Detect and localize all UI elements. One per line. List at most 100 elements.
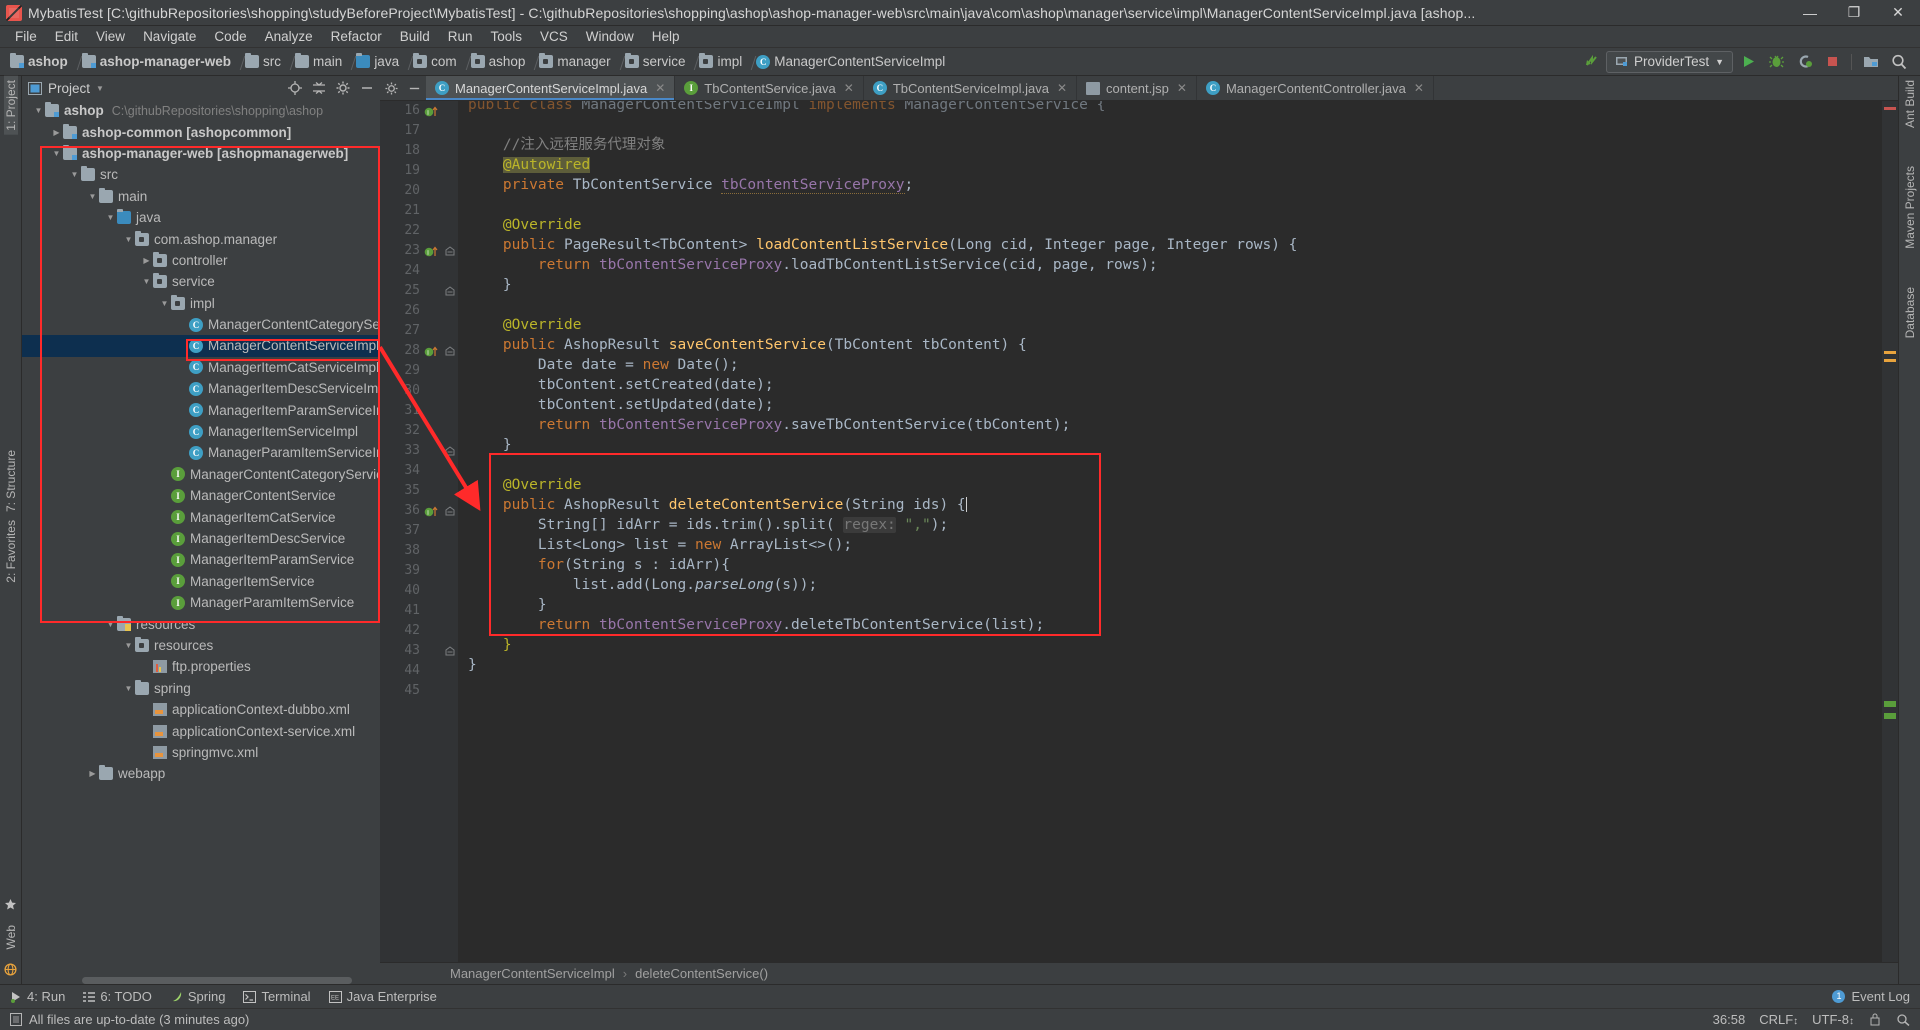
tree-node[interactable]: ftp.properties	[22, 656, 380, 677]
project-structure-button[interactable]	[1858, 50, 1884, 74]
gutter-line[interactable]: 19	[380, 161, 458, 181]
editor-tab-managercontentcontroller-java[interactable]: C ManagerContentController.java ✕	[1197, 76, 1434, 100]
gutter-line[interactable]: 17	[380, 121, 458, 141]
gear-icon[interactable]	[336, 81, 350, 95]
line-separator[interactable]: CRLF↕	[1759, 1012, 1798, 1027]
event-log-label[interactable]: Event Log	[1851, 989, 1910, 1004]
code-line[interactable]: return tbContentServiceProxy.deleteTbCon…	[468, 615, 1882, 635]
code-line[interactable]: private TbContentService tbContentServic…	[468, 175, 1882, 195]
close-icon[interactable]: ✕	[655, 81, 665, 95]
breadcrumb-method[interactable]: deleteContentService()	[635, 966, 768, 981]
tool-button-terminal[interactable]: Terminal	[243, 989, 311, 1004]
breadcrumb-class[interactable]: ManagerContentServiceImpl	[450, 966, 615, 981]
menu-vcs[interactable]: VCS	[531, 27, 577, 46]
tool-button-spring[interactable]: Spring	[170, 989, 225, 1004]
memory-icon[interactable]	[10, 1013, 22, 1026]
file-encoding[interactable]: UTF-8↕	[1812, 1012, 1854, 1027]
tree-node[interactable]: webapp	[22, 763, 380, 784]
nav-crumb-com[interactable]: com	[411, 53, 461, 70]
tree-toggle-icon[interactable]	[86, 769, 99, 778]
tree-node[interactable]: resources	[22, 613, 380, 634]
gutter-line[interactable]: 35	[380, 481, 458, 501]
code-fold-icon[interactable]	[445, 346, 455, 356]
gear-icon[interactable]	[385, 81, 398, 95]
code-line[interactable]: }	[468, 595, 1882, 615]
globe-icon[interactable]	[4, 963, 17, 976]
gutter-line[interactable]: 38	[380, 541, 458, 561]
code-line[interactable]	[468, 115, 1882, 135]
code-line[interactable]	[468, 195, 1882, 215]
menu-navigate[interactable]: Navigate	[134, 27, 205, 46]
nav-crumb-ashop[interactable]: ashop	[469, 53, 530, 70]
nav-crumb-service[interactable]: service	[623, 53, 690, 70]
gutter-line[interactable]: 16 I	[380, 101, 458, 121]
editor-tab-tbcontentserviceimpl-java[interactable]: C TbContentServiceImpl.java ✕	[864, 76, 1077, 100]
code-line[interactable]: }	[468, 435, 1882, 455]
tool-button-run[interactable]: 4: Run	[10, 989, 65, 1004]
search-everywhere-icon[interactable]	[1886, 50, 1912, 74]
tree-node[interactable]: I ManagerContentCategoryService	[22, 464, 380, 485]
error-marker[interactable]	[1884, 107, 1896, 110]
gutter-line[interactable]: 33	[380, 441, 458, 461]
warning-marker[interactable]	[1884, 359, 1896, 362]
gutter-line[interactable]: 25	[380, 281, 458, 301]
gutter-line[interactable]: 20	[380, 181, 458, 201]
gutter-line[interactable]: 29	[380, 361, 458, 381]
nav-crumb-main[interactable]: main	[293, 53, 346, 70]
star-icon[interactable]	[4, 898, 17, 911]
override-impl-icon[interactable]: I	[424, 504, 438, 518]
code-line[interactable]: String[] idArr = ids.trim().split( regex…	[468, 515, 1882, 535]
tree-toggle-icon[interactable]	[32, 106, 45, 115]
code-fold-icon[interactable]	[445, 246, 455, 256]
tree-node[interactable]: I ManagerItemService	[22, 571, 380, 592]
ok-marker[interactable]	[1884, 701, 1896, 707]
tree-node[interactable]: C ManagerItemParamServiceImpl	[22, 399, 380, 420]
code-line[interactable]: return tbContentServiceProxy.loadTbConte…	[468, 255, 1882, 275]
code-line[interactable]: @Autowired	[468, 155, 1882, 175]
tool-button-favorites[interactable]: 2: Favorites	[4, 516, 18, 587]
gutter-line[interactable]: 31	[380, 401, 458, 421]
menu-edit[interactable]: Edit	[46, 27, 87, 46]
gutter-line[interactable]: 18	[380, 141, 458, 161]
caret-position[interactable]: 36:58	[1713, 1012, 1746, 1027]
gutter-line[interactable]: 40	[380, 581, 458, 601]
tree-node[interactable]: I ManagerContentService	[22, 485, 380, 506]
gutter-line[interactable]: 45	[380, 681, 458, 701]
gutter-line[interactable]: 23 I	[380, 241, 458, 261]
nav-crumb-managercontentserviceimpl[interactable]: C ManagerContentServiceImpl	[754, 53, 949, 70]
tree-node[interactable]: I ManagerItemParamService	[22, 549, 380, 570]
warning-marker[interactable]	[1884, 351, 1896, 354]
tree-node[interactable]: ashop-common [ashopcommon]	[22, 121, 380, 142]
gutter-line[interactable]: 36 I	[380, 501, 458, 521]
code-fold-icon[interactable]	[445, 286, 455, 296]
tree-node[interactable]: C ManagerParamItemServiceImpl	[22, 442, 380, 463]
tool-button-project[interactable]: 1: Project	[3, 76, 18, 135]
gutter-line[interactable]: 37	[380, 521, 458, 541]
tree-node[interactable]: java	[22, 207, 380, 228]
code-line[interactable]	[468, 675, 1882, 695]
lock-icon[interactable]	[1868, 1013, 1882, 1026]
gutter-line[interactable]: 21	[380, 201, 458, 221]
tree-toggle-icon[interactable]	[86, 192, 99, 201]
tool-button-structure[interactable]: 7: Structure	[4, 446, 18, 516]
code-line[interactable]: for(String s : idArr){	[468, 555, 1882, 575]
tool-button-java-enterprise[interactable]: EE Java Enterprise	[328, 989, 437, 1004]
tree-node[interactable]: service	[22, 271, 380, 292]
debug-button[interactable]	[1763, 50, 1789, 74]
menu-refactor[interactable]: Refactor	[322, 27, 391, 46]
tree-node[interactable]: resources	[22, 635, 380, 656]
menu-view[interactable]: View	[87, 27, 134, 46]
close-icon[interactable]: ✕	[1057, 81, 1067, 95]
tree-node[interactable]: springmvc.xml	[22, 742, 380, 763]
tree-node[interactable]: C ManagerItemServiceImpl	[22, 421, 380, 442]
tree-node[interactable]: spring	[22, 678, 380, 699]
editor-tab-content-jsp[interactable]: content.jsp ✕	[1077, 76, 1197, 100]
tree-node[interactable]: impl	[22, 293, 380, 314]
class-icon[interactable]: I	[424, 104, 438, 118]
coverage-button[interactable]	[1791, 50, 1817, 74]
tree-toggle-icon[interactable]	[122, 684, 135, 693]
code-text[interactable]: public class ManagerContentServiceImpl i…	[458, 101, 1882, 962]
override-impl-icon[interactable]: I	[424, 244, 438, 258]
gutter-line[interactable]: 26	[380, 301, 458, 321]
nav-crumb-ashop-manager-web[interactable]: ashop-manager-web	[80, 53, 235, 70]
